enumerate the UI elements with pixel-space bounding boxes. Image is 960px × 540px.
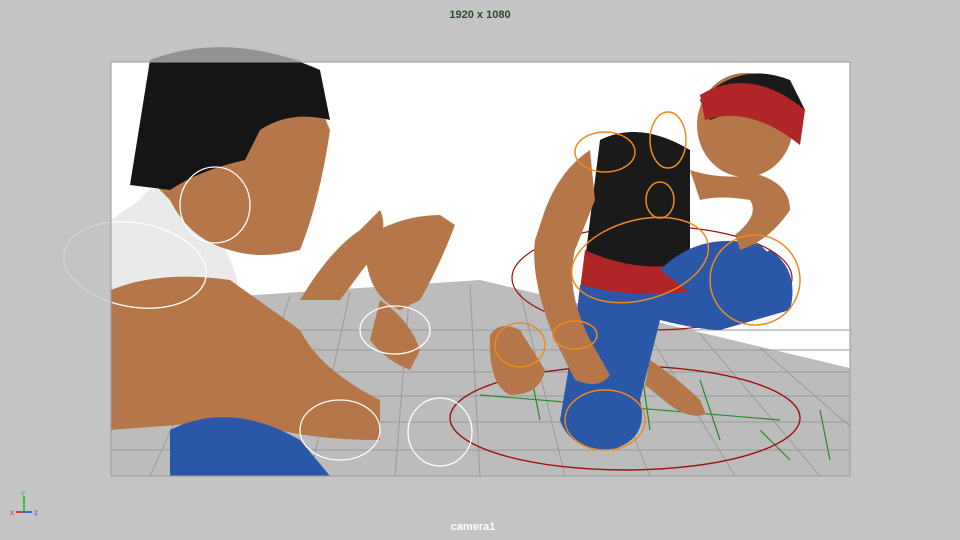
- resolution-label: 1920 x 1080: [449, 9, 511, 21]
- x-axis-label: x: [10, 508, 14, 517]
- camera-viewport[interactable]: 1920 x 1080 camera1 x y z: [0, 0, 960, 540]
- z-axis-label: z: [34, 508, 38, 517]
- camera-label: camera1: [450, 521, 496, 533]
- y-axis-label: y: [21, 490, 25, 497]
- viewport-scene[interactable]: [0, 0, 960, 540]
- axis-gizmo-icon: x y z: [10, 490, 38, 517]
